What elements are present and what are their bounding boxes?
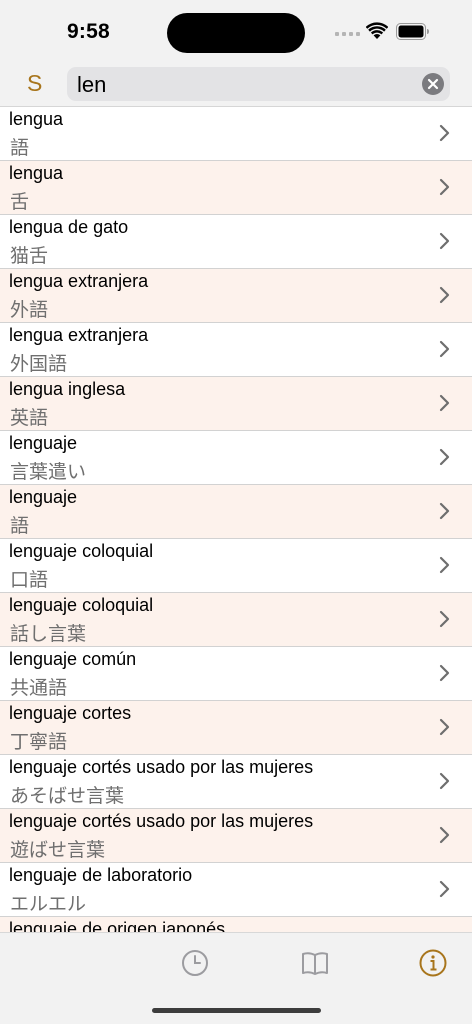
list-item[interactable]: lengua de gato 猫舌: [0, 215, 472, 269]
japanese-translation: あそばせ言葉: [10, 785, 125, 807]
chevron-right-icon: [439, 880, 450, 898]
list-item[interactable]: lengua inglesa 英語: [0, 377, 472, 431]
chevron-right-icon: [439, 124, 450, 142]
list-item[interactable]: lengua 語: [0, 107, 472, 161]
battery-icon: [396, 23, 429, 40]
list-item[interactable]: lenguaje 語: [0, 485, 472, 539]
japanese-translation: 外語: [10, 299, 49, 321]
japanese-translation: 語: [10, 515, 30, 537]
close-icon: [427, 78, 439, 90]
source-language-button[interactable]: S: [27, 70, 42, 97]
spanish-term: lengua inglesa: [9, 379, 126, 399]
japanese-translation: 猫舌: [10, 245, 49, 267]
search-input[interactable]: [77, 72, 407, 98]
search-header: S: [0, 62, 472, 108]
spanish-term: lenguaje cortés usado por las mujeres: [9, 757, 314, 777]
japanese-translation: 外国語: [10, 353, 68, 375]
japanese-translation: エルエル: [10, 893, 87, 915]
japanese-translation: 口語: [10, 569, 49, 591]
home-indicator: [152, 1008, 321, 1013]
list-item[interactable]: lenguaje de laboratorio エルエル: [0, 863, 472, 917]
chevron-right-icon: [439, 718, 450, 736]
status-bar: 9:58: [0, 0, 472, 62]
spanish-term: lenguaje cortés usado por las mujeres: [9, 811, 314, 831]
japanese-translation: 言葉遣い: [10, 461, 87, 483]
chevron-right-icon: [439, 826, 450, 844]
spanish-term: lenguaje común: [9, 649, 137, 669]
japanese-translation: 遊ばせ言葉: [10, 839, 106, 861]
list-item[interactable]: lenguaje cortés usado por las mujeres 遊ばせ…: [0, 809, 472, 863]
spanish-term: lenguaje: [9, 487, 78, 507]
chevron-right-icon: [439, 772, 450, 790]
results-list[interactable]: lengua 語 lengua 舌 lengua de gato 猫舌 lengua ext…: [0, 106, 472, 932]
clock-icon[interactable]: [180, 948, 210, 978]
list-item[interactable]: lenguaje cortes 丁寧語: [0, 701, 472, 755]
status-time: 9:58: [67, 20, 110, 43]
chevron-right-icon: [439, 448, 450, 466]
list-item[interactable]: lenguaje común 共通語: [0, 647, 472, 701]
spanish-term: lenguaje de laboratorio: [9, 865, 193, 885]
chevron-right-icon: [439, 502, 450, 520]
chevron-right-icon: [439, 394, 450, 412]
japanese-translation: 共通語: [10, 677, 68, 699]
info-icon[interactable]: [418, 948, 448, 978]
chevron-right-icon: [439, 556, 450, 574]
search-field[interactable]: [67, 67, 450, 101]
list-item[interactable]: lengua extranjera 外語: [0, 269, 472, 323]
chevron-right-icon: [439, 286, 450, 304]
spanish-term: lengua de gato: [9, 217, 129, 237]
cellular-signal-icon: [335, 32, 360, 36]
japanese-translation: 丁寧語: [10, 731, 68, 753]
spanish-term: lengua extranjera: [9, 325, 149, 345]
list-item[interactable]: lenguaje coloquial 口語: [0, 539, 472, 593]
chevron-right-icon: [439, 232, 450, 250]
list-item[interactable]: lengua extranjera 外国語: [0, 323, 472, 377]
spanish-term: lengua: [9, 163, 64, 183]
chevron-right-icon: [439, 664, 450, 682]
spanish-term: lenguaje de origen japonés: [9, 919, 226, 932]
japanese-translation: 話し言葉: [10, 623, 87, 645]
list-item[interactable]: lenguaje de origen japonés: [0, 917, 472, 932]
chevron-right-icon: [439, 610, 450, 628]
spanish-term: lenguaje coloquial: [9, 595, 154, 615]
list-item[interactable]: lenguaje cortés usado por las mujeres あそば…: [0, 755, 472, 809]
list-item[interactable]: lenguaje 言葉遣い: [0, 431, 472, 485]
spanish-term: lengua extranjera: [9, 271, 149, 291]
wifi-icon: [366, 22, 388, 39]
list-item[interactable]: lengua 舌: [0, 161, 472, 215]
chevron-right-icon: [439, 340, 450, 358]
japanese-translation: 英語: [10, 407, 49, 429]
clear-search-button[interactable]: [422, 73, 444, 95]
book-icon[interactable]: [300, 948, 330, 978]
spanish-term: lengua: [9, 109, 64, 129]
dynamic-island: [167, 13, 305, 53]
spanish-term: lenguaje coloquial: [9, 541, 154, 561]
list-item[interactable]: lenguaje coloquial 話し言葉: [0, 593, 472, 647]
chevron-right-icon: [439, 178, 450, 196]
japanese-translation: 語: [10, 137, 30, 159]
japanese-translation: 舌: [10, 191, 30, 213]
spanish-term: lenguaje cortes: [9, 703, 132, 723]
spanish-term: lenguaje: [9, 433, 78, 453]
